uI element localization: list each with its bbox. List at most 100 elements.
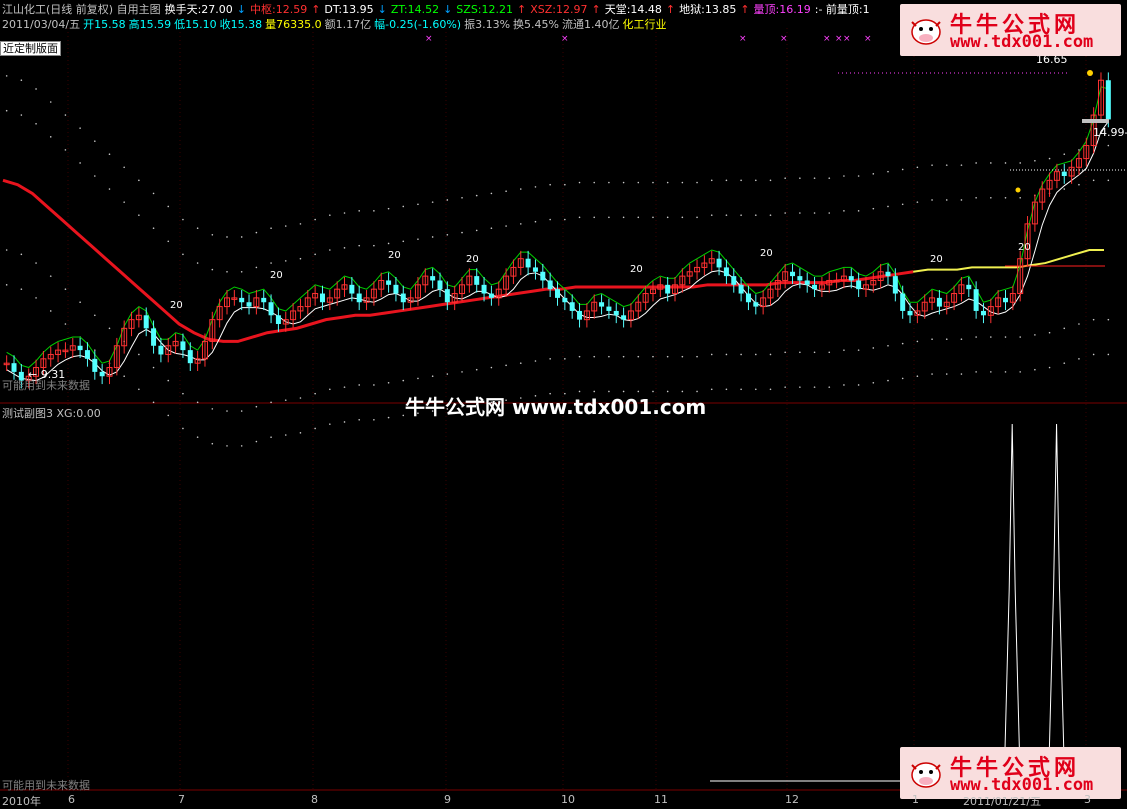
envelope-dot xyxy=(1107,353,1110,356)
x-tick-label: 2010年 xyxy=(2,795,41,808)
candle-body-down xyxy=(532,267,538,272)
cow-icon xyxy=(911,762,941,788)
header-item-2: ↓ xyxy=(236,3,246,16)
envelope-dot xyxy=(5,75,8,77)
envelope-dot xyxy=(1063,188,1066,190)
envelope-dot xyxy=(475,368,478,371)
envelope-dot xyxy=(255,405,258,408)
header-item-17: 量顶:16.19 xyxy=(753,3,811,16)
envelope-dot xyxy=(196,401,199,404)
envelope-dot xyxy=(1004,196,1007,199)
custom-layout-button[interactable]: 近定制版面 xyxy=(0,41,61,56)
candle-body-down xyxy=(812,284,818,290)
envelope-dot xyxy=(1004,371,1007,373)
envelope-dot xyxy=(960,199,963,201)
envelope-dot xyxy=(167,379,170,382)
envelope-dot xyxy=(608,355,610,358)
envelope-dot xyxy=(123,201,125,203)
envelope-dot xyxy=(329,214,331,216)
envelope-dot xyxy=(79,127,81,129)
quote-item-3: 低15.10 xyxy=(174,18,217,31)
envelope-dot xyxy=(931,199,933,201)
envelope-dot xyxy=(240,410,243,412)
level-bar xyxy=(1082,119,1109,123)
envelope-dot xyxy=(446,199,449,201)
candle-body-down xyxy=(665,284,671,294)
x-tick-label: 6 xyxy=(68,793,75,806)
candle-body-down xyxy=(84,350,90,359)
candle-body-down xyxy=(606,306,612,311)
envelope-dot xyxy=(799,212,801,214)
envelope-dot xyxy=(857,175,860,177)
candle-body-down xyxy=(907,310,913,316)
envelope-dot xyxy=(857,210,860,212)
cow-icon xyxy=(911,19,941,45)
watermark-url: www.tdx001.com xyxy=(950,32,1094,52)
envelope-dot xyxy=(94,175,96,177)
header-item-1: 换手天:27.00 xyxy=(164,3,233,16)
candle-body-down xyxy=(430,276,436,281)
envelope-dot xyxy=(94,349,96,351)
envelope-dot xyxy=(681,355,684,358)
envelope-dot xyxy=(373,210,375,212)
envelope-dot xyxy=(637,216,640,219)
candle-body-down xyxy=(856,280,862,290)
header-item-15: 地狱:13.85 xyxy=(679,3,737,16)
envelope-dot xyxy=(769,388,772,391)
envelope-dot xyxy=(138,179,140,182)
envelope-dot xyxy=(20,288,23,290)
envelope-dot xyxy=(916,201,919,203)
envelope-dot xyxy=(446,373,449,375)
envelope-dot xyxy=(652,181,654,184)
header-item-13: 天堂:14.48 xyxy=(604,3,662,16)
envelope-dot xyxy=(402,240,405,243)
envelope-dot xyxy=(769,179,772,182)
candle-body-down xyxy=(980,310,986,316)
envelope-dot xyxy=(754,388,757,391)
envelope-dot xyxy=(5,284,8,286)
xg-spike xyxy=(1048,423,1066,781)
envelope-dot xyxy=(564,183,566,186)
header-item-3: 中枢:12.59 xyxy=(250,3,308,16)
envelope-dot xyxy=(990,196,992,199)
header-item-18: :- 前量顶:1 xyxy=(814,3,870,16)
envelope-dot xyxy=(35,297,37,299)
header-item-12: ↑ xyxy=(591,3,601,16)
envelope-dot xyxy=(960,338,963,341)
envelope-dot xyxy=(1004,336,1007,338)
envelope-dot xyxy=(1107,179,1110,182)
candle-body-down xyxy=(386,280,392,285)
envelope-dot xyxy=(417,203,419,206)
envelope-dot xyxy=(431,375,434,378)
envelope-dot xyxy=(446,233,449,236)
envelope-dot xyxy=(945,373,948,375)
envelope-dot xyxy=(960,164,963,166)
envelope-dot xyxy=(990,371,992,373)
envelope-dot xyxy=(20,79,23,82)
envelope-dot xyxy=(35,122,37,125)
x-tick-label: 12 xyxy=(785,793,799,806)
envelope-dot xyxy=(901,342,904,345)
envelope-dot xyxy=(608,216,610,219)
envelope-dot xyxy=(329,388,331,391)
future-data-warning-sub: 可能用到未来数据 xyxy=(2,779,90,792)
envelope-dot xyxy=(872,207,875,210)
envelope-dot xyxy=(94,140,96,142)
candle-body-down xyxy=(143,315,149,329)
envelope-dot xyxy=(637,355,640,358)
candle-body-down xyxy=(936,297,942,307)
envelope-dot xyxy=(887,170,889,173)
envelope-dot xyxy=(622,181,625,184)
envelope-dot xyxy=(138,388,140,391)
envelope-dot xyxy=(49,136,52,138)
header-item-0: 江山化工(日线 前复权) 自用主图 xyxy=(2,3,161,16)
header-item-9: SZS:12.21 xyxy=(456,3,513,16)
envelope-dot xyxy=(975,371,977,373)
envelope-dot xyxy=(1034,334,1036,336)
envelope-dot xyxy=(725,179,728,182)
envelope-dot xyxy=(813,386,816,388)
envelope-dot xyxy=(710,388,713,391)
envelope-dot xyxy=(270,262,272,264)
cycle-label: 20 xyxy=(170,300,183,311)
envelope-dot xyxy=(1063,327,1066,330)
